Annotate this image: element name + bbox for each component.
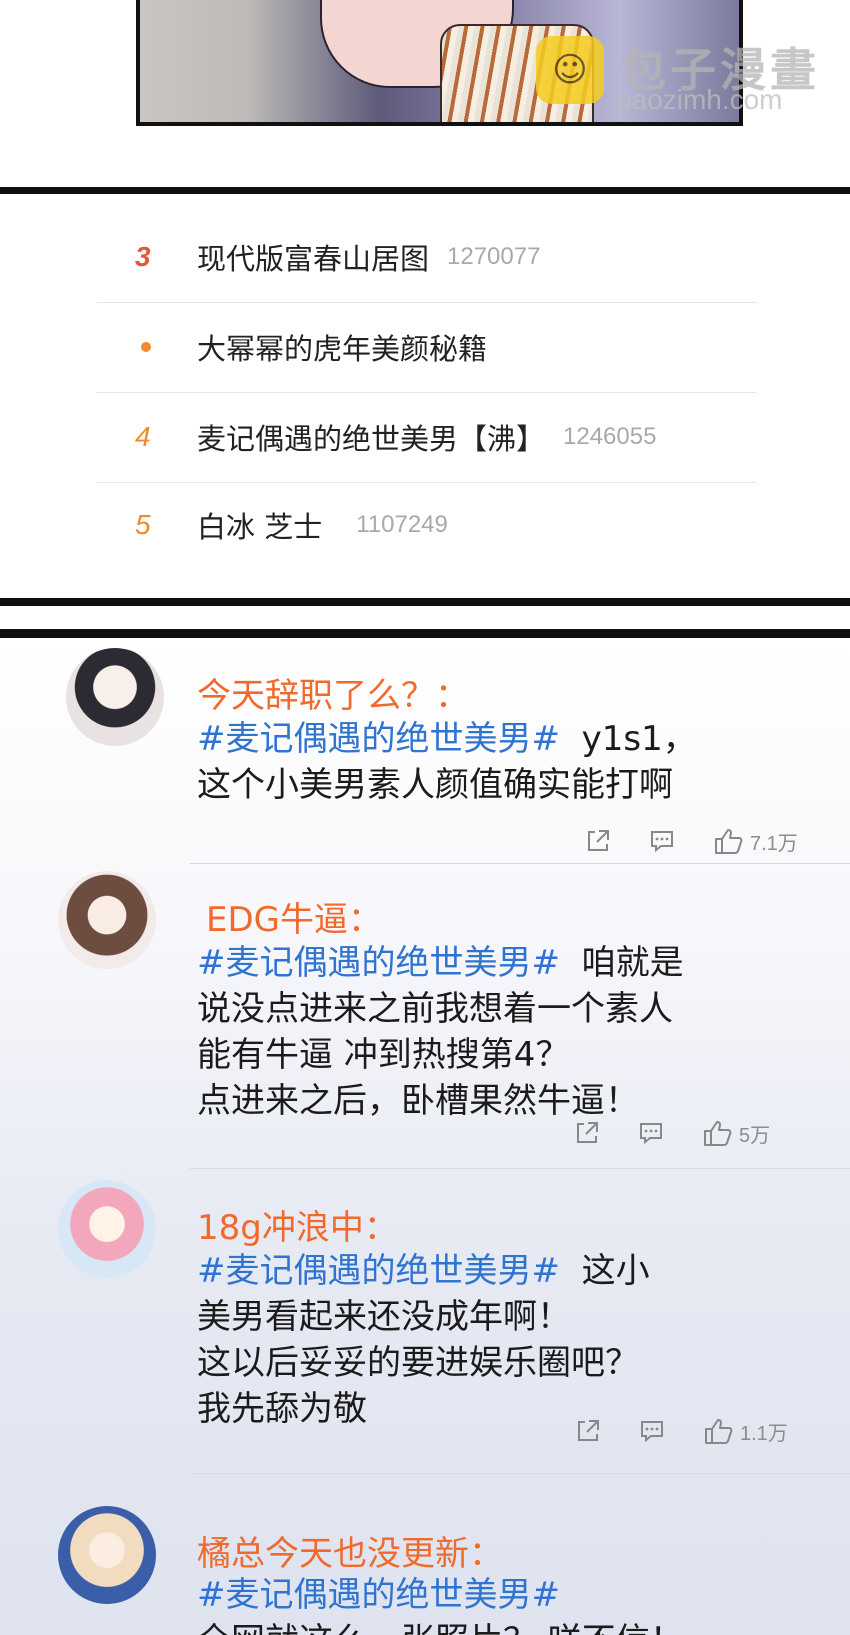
comment-icon[interactable] bbox=[620, 1416, 684, 1446]
comment-actions: 1.1万 bbox=[556, 1416, 788, 1446]
comment-hashtag[interactable]: #麦记偶遇的绝世美男# bbox=[197, 1251, 560, 1291]
thumbs-up-icon bbox=[704, 1121, 732, 1146]
comment-divider bbox=[190, 863, 850, 864]
watermark-logo-icon: ☺ bbox=[536, 36, 604, 104]
hot-search-item[interactable]: 3 现代版富春山居图 1270077 bbox=[97, 211, 757, 303]
comment-icon[interactable] bbox=[619, 1118, 683, 1148]
hot-search-title: 现代版富春山居图 bbox=[197, 241, 430, 276]
watermark-url: baozimh.com bbox=[616, 84, 783, 115]
comment-actions: 5万 bbox=[555, 1118, 770, 1148]
like-button[interactable]: 5万 bbox=[703, 1119, 770, 1148]
thumbs-up-icon bbox=[715, 829, 743, 854]
rank-dot-icon bbox=[97, 337, 197, 356]
like-count: 1.1万 bbox=[740, 1422, 788, 1445]
avatar[interactable] bbox=[58, 1506, 156, 1604]
comment-divider bbox=[190, 1168, 850, 1169]
share-icon[interactable] bbox=[555, 1118, 619, 1148]
share-icon[interactable] bbox=[556, 1416, 620, 1446]
comment-text-line: 能有牛逼 冲到热搜第4？ bbox=[197, 1035, 570, 1075]
comic-panel-area: ☺ 包子漫畫 baozimh.com bbox=[0, 0, 850, 175]
comment-icon[interactable] bbox=[630, 826, 694, 856]
avatar[interactable] bbox=[58, 1180, 156, 1278]
comment-username[interactable]: 18g冲浪中： bbox=[197, 1200, 398, 1249]
share-icon[interactable] bbox=[566, 826, 630, 856]
like-button[interactable]: 7.1万 bbox=[714, 827, 798, 856]
comment-text-line: 说没点进来之前我想着一个素人 bbox=[197, 989, 673, 1029]
hot-search-count: 1246055 bbox=[563, 422, 657, 450]
rank-number: 4 bbox=[135, 420, 151, 452]
hot-search-title: 白冰 芝士 bbox=[197, 510, 323, 544]
comment-text-line: 全网就这么一张照片？ 咩不信！ bbox=[197, 1618, 684, 1635]
rank-number: 3 bbox=[135, 240, 151, 272]
hot-search-list: 3 现代版富春山居图 1270077 大幂幂的虎年美颜秘籍 4 麦记偶遇的绝世美… bbox=[0, 205, 850, 598]
comment-body: #麦记偶遇的绝世美男# 这小 美男看起来还没成年啊！ 这以后妥妥的要进娱乐圈吧？… bbox=[197, 1248, 650, 1432]
comment-actions: 7.1万 bbox=[566, 826, 798, 856]
comment-text-line: 这以后妥妥的要进娱乐圈吧？ bbox=[197, 1343, 639, 1383]
hot-search-count: 1270077 bbox=[447, 242, 541, 270]
comment-hashtag[interactable]: #麦记偶遇的绝世美男# bbox=[197, 1575, 560, 1615]
rank-number: 5 bbox=[135, 509, 151, 540]
panel-divider bbox=[0, 598, 850, 606]
watermark: ☺ 包子漫畫 baozimh.com bbox=[536, 34, 826, 115]
avatar[interactable] bbox=[66, 648, 164, 746]
comment-username[interactable]: 橘总今天也没更新： bbox=[197, 1526, 503, 1575]
hot-search-title: 麦记偶遇的绝世美男【沸】 bbox=[197, 421, 546, 456]
hot-search-item[interactable]: 大幂幂的虎年美颜秘籍 bbox=[97, 301, 757, 393]
comment-body: #麦记偶遇的绝世美男# y1s1， 这个小美男素人颜值确实能打啊 bbox=[197, 716, 697, 808]
like-count: 7.1万 bbox=[750, 832, 798, 855]
avatar[interactable] bbox=[58, 871, 156, 969]
comment-text-line: 美男看起来还没成年啊！ bbox=[197, 1297, 571, 1337]
comment-text-line: y1s1， bbox=[581, 719, 697, 759]
hot-search-item[interactable]: 4 麦记偶遇的绝世美男【沸】 1246055 bbox=[97, 391, 757, 483]
like-button[interactable]: 1.1万 bbox=[704, 1417, 788, 1446]
hot-search-count: 1107249 bbox=[356, 511, 448, 538]
panel-divider bbox=[0, 187, 850, 194]
hot-search-title: 大幂幂的虎年美颜秘籍 bbox=[197, 331, 488, 366]
comment-text-line: 这个小美男素人颜值确实能打啊 bbox=[197, 765, 673, 805]
thumbs-up-icon bbox=[705, 1419, 733, 1444]
comment-body: #麦记偶遇的绝世美男# 全网就这么一张照片？ 咩不信！ bbox=[197, 1572, 684, 1635]
comment-text-line: 这小 bbox=[581, 1251, 650, 1291]
comment-hashtag[interactable]: #麦记偶遇的绝世美男# bbox=[197, 943, 560, 983]
comment-list: 今天辞职了么？： #麦记偶遇的绝世美男# y1s1， 这个小美男素人颜值确实能打… bbox=[0, 638, 850, 1635]
like-count: 5万 bbox=[739, 1124, 771, 1147]
panel-divider bbox=[0, 629, 850, 638]
comment-hashtag[interactable]: #麦记偶遇的绝世美男# bbox=[197, 719, 560, 759]
comment-body: #麦记偶遇的绝世美男# 咱就是 说没点进来之前我想着一个素人 能有牛逼 冲到热搜… bbox=[197, 940, 684, 1124]
comment-text-line: 咱就是 bbox=[581, 943, 684, 983]
comment-divider bbox=[190, 1473, 850, 1474]
comment-username[interactable]: EDG牛逼： bbox=[206, 892, 382, 941]
comment-username[interactable]: 今天辞职了么？： bbox=[197, 668, 469, 717]
hot-search-item[interactable]: 5 白冰 芝士 1107249 bbox=[97, 479, 757, 571]
